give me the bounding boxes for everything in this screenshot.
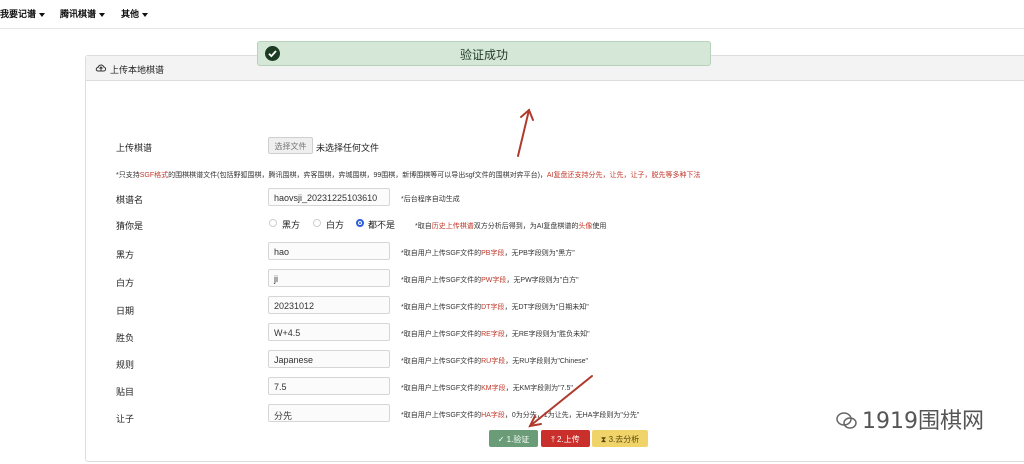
komi-hint: *取自用户上传SGF文件的KM字段，无KM字段则为"7.5" bbox=[401, 383, 573, 393]
guess-label: 猜你是 bbox=[116, 221, 144, 231]
hint-text: 使用 bbox=[592, 223, 607, 230]
handicap-input[interactable]: 分先 bbox=[268, 404, 390, 422]
radio-white-label: 白方 bbox=[326, 220, 345, 230]
nav-menu-record[interactable]: 我要记谱 bbox=[0, 7, 46, 20]
check-circle-icon bbox=[265, 46, 280, 61]
hint-text: *取自用户上传SGF文件的 bbox=[401, 385, 482, 392]
rule-label: 规则 bbox=[116, 360, 135, 370]
name-hint: *后台程序自动生成 bbox=[401, 196, 460, 203]
hint-text: ，无PB字段则为"黑方" bbox=[504, 250, 575, 257]
choose-file-button[interactable]: 选择文件 bbox=[268, 137, 313, 154]
success-alert: 验证成功 bbox=[257, 41, 711, 66]
hint-highlight: 头像 bbox=[578, 223, 593, 230]
hint-text: *取自用户上传SGF文件的 bbox=[401, 250, 482, 257]
black-input[interactable]: hao bbox=[268, 242, 390, 260]
nav-menu-other[interactable]: 其他 bbox=[121, 7, 149, 20]
komi-label: 贴目 bbox=[116, 387, 135, 397]
cloud-upload-icon bbox=[95, 64, 107, 72]
watermark: 1919围棋网 bbox=[836, 403, 984, 435]
black-hint: *取自用户上传SGF文件的PB字段，无PB字段则为"黑方" bbox=[401, 248, 575, 258]
note-text: 的围棋棋谱文件(包括野狐围棋，腾讯围棋，弈客围棋，弈城围棋，99围棋，新博围棋等… bbox=[168, 172, 547, 179]
result-hint: *取自用户上传SGF文件的RE字段，无RE字段则为"胜负未知" bbox=[401, 329, 590, 339]
guess-hint: *取自历史上传棋谱双方分析后得到，为AI复盘棋谱的头像使用 bbox=[415, 221, 606, 231]
note-text: *只支持 bbox=[116, 172, 140, 179]
radio-neither-label: 都不是 bbox=[368, 220, 396, 230]
name-label: 棋谱名 bbox=[116, 195, 144, 205]
handicap-label: 让子 bbox=[116, 414, 135, 424]
rule-input[interactable]: Japanese bbox=[268, 350, 390, 368]
date-input[interactable]: 20231012 bbox=[268, 296, 390, 314]
upload-label: 上传棋谱 bbox=[116, 143, 153, 153]
card-title: 上传本地棋谱 bbox=[110, 65, 165, 75]
komi-input[interactable]: 7.5 bbox=[268, 377, 390, 395]
caret-down-icon bbox=[99, 12, 106, 17]
caret-down-icon bbox=[142, 12, 149, 17]
hint-text: *取自用户上传SGF文件的 bbox=[401, 358, 482, 365]
wechat-icon bbox=[836, 412, 857, 429]
date-label: 日期 bbox=[116, 306, 135, 316]
success-text: 验证成功 bbox=[459, 48, 508, 62]
white-input[interactable]: ji bbox=[268, 269, 390, 287]
black-label: 黑方 bbox=[116, 250, 135, 260]
hint-text: ，无KM字段则为"7.5" bbox=[505, 385, 573, 392]
hint-text: *取自 bbox=[415, 223, 432, 230]
file-status: 未选择任何文件 bbox=[316, 143, 380, 153]
nav-label: 腾讯棋谱 bbox=[60, 9, 97, 19]
hint-highlight: RU字段 bbox=[481, 358, 506, 365]
upload-button-label: 2.上传 bbox=[557, 435, 580, 444]
hint-text: *取自用户上传SGF文件的 bbox=[401, 277, 482, 284]
hint-highlight: DT字段 bbox=[481, 304, 505, 311]
note-highlight: AI复盘还支持分先，让先，让子，脱先等多种下法 bbox=[546, 172, 701, 179]
rule-hint: *取自用户上传SGF文件的RU字段，无RU字段则为"Chinese" bbox=[401, 356, 588, 366]
verify-button[interactable]: ✓ 1.验证 bbox=[489, 430, 538, 447]
hourglass-icon: ⧗ bbox=[600, 435, 609, 444]
white-label: 白方 bbox=[116, 278, 135, 288]
result-input[interactable]: W+4.5 bbox=[268, 323, 390, 341]
note-highlight: SGF格式 bbox=[139, 172, 169, 179]
hint-highlight: PW字段 bbox=[481, 277, 507, 284]
radio-black-label: 黑方 bbox=[282, 220, 301, 230]
hint-highlight: PB字段 bbox=[481, 250, 505, 257]
date-hint: *取自用户上传SGF文件的DT字段，无DT字段则为"日期未知" bbox=[401, 302, 589, 312]
radio-neither[interactable] bbox=[356, 219, 364, 227]
format-note: *只支持SGF格式的围棋棋谱文件(包括野狐围棋，腾讯围棋，弈客围棋，弈城围棋，9… bbox=[116, 170, 701, 180]
nav-label: 其他 bbox=[121, 9, 140, 19]
nav-menu-tencent[interactable]: 腾讯棋谱 bbox=[60, 7, 106, 20]
hint-text: ，无RU字段则为"Chinese" bbox=[505, 358, 589, 365]
hint-text: *取自用户上传SGF文件的 bbox=[401, 331, 482, 338]
top-navbar: 我要记谱 腾讯棋谱 其他 bbox=[0, 0, 1024, 29]
radio-black[interactable] bbox=[269, 219, 277, 227]
hint-text: *取自用户上传SGF文件的 bbox=[401, 412, 482, 419]
watermark-text: 1919围棋网 bbox=[862, 409, 984, 434]
hint-text: *取自用户上传SGF文件的 bbox=[401, 304, 482, 311]
name-input[interactable]: haovsji_20231225103610 bbox=[268, 188, 390, 206]
hint-text: 双方分析后得到，为AI复盘棋谱的 bbox=[473, 223, 579, 230]
analyze-label: 3.去分析 bbox=[608, 435, 640, 444]
handicap-hint: *取自用户上传SGF文件的HA字段，0为分先，1为让先，无HA字段则为"分先" bbox=[401, 410, 639, 420]
hint-text: ，无PW字段则为"白方" bbox=[506, 277, 579, 284]
upload-button[interactable]: ⤒ 2.上传 bbox=[541, 430, 590, 447]
upload-card: 上传本地棋谱 bbox=[85, 55, 1024, 462]
nav-label: 我要记谱 bbox=[0, 9, 37, 19]
hint-text: ，无RE字段则为"胜负未知" bbox=[504, 331, 590, 338]
result-label: 胜负 bbox=[116, 333, 135, 343]
radio-white[interactable] bbox=[313, 219, 321, 227]
hint-highlight: HA字段 bbox=[481, 412, 505, 419]
hint-highlight: 历史上传棋谱 bbox=[431, 223, 474, 230]
caret-down-icon bbox=[39, 12, 46, 17]
hint-highlight: RE字段 bbox=[481, 331, 505, 338]
hint-highlight: KM字段 bbox=[481, 385, 506, 392]
white-hint: *取自用户上传SGF文件的PW字段，无PW字段则为"白方" bbox=[401, 275, 579, 285]
hint-text: ，无DT字段则为"日期未知" bbox=[504, 304, 589, 311]
verify-label: 1.验证 bbox=[506, 435, 530, 444]
check-icon: ✓ bbox=[497, 435, 507, 444]
analyze-button[interactable]: ⧗ 3.去分析 bbox=[592, 430, 648, 447]
hint-text: ，0为分先，1为让先，无HA字段则为"分先" bbox=[504, 412, 640, 419]
